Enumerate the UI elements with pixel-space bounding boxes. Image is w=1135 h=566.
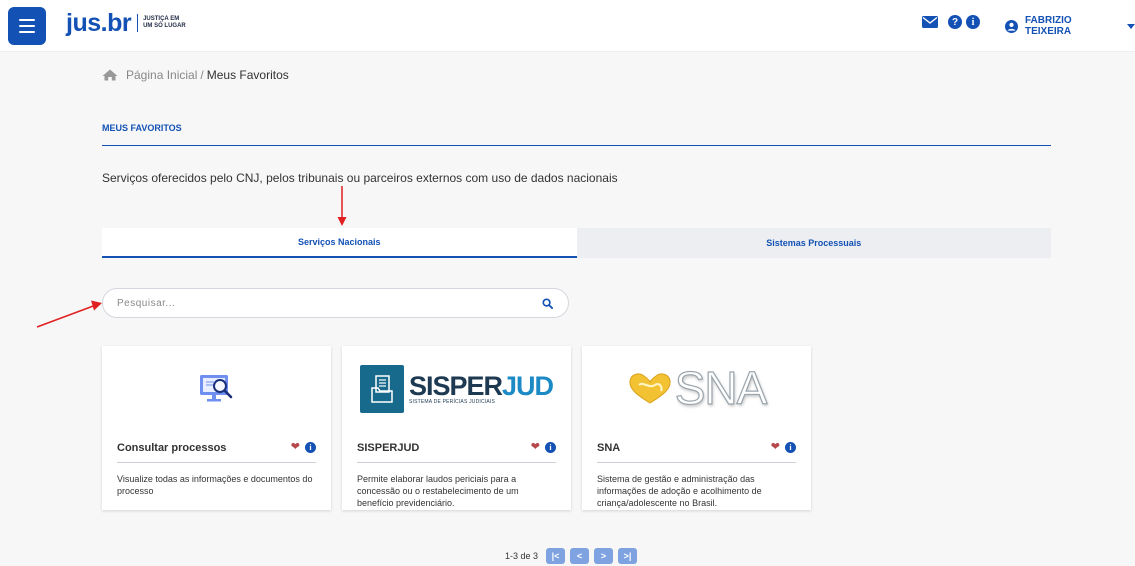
heart-logo-icon bbox=[627, 371, 673, 405]
menu-line bbox=[19, 31, 35, 33]
card-description: Permite elaborar laudos periciais para a… bbox=[357, 474, 519, 508]
service-card[interactable]: SNA SNA ❤ i Sistema de gestão e administ… bbox=[582, 346, 811, 510]
tab-servicos-nacionais[interactable]: Serviços Nacionais bbox=[102, 228, 577, 258]
document-icon bbox=[359, 365, 404, 413]
sisperjud-word-part-2: JUD bbox=[502, 371, 554, 401]
heart-icon[interactable]: ❤ bbox=[291, 442, 300, 453]
annotation-arrow-diagonal bbox=[36, 300, 102, 328]
sna-logo: SNA bbox=[627, 361, 768, 415]
card-image: SNA bbox=[582, 346, 811, 430]
card-description: Sistema de gestão e administração das in… bbox=[597, 474, 762, 508]
chevron-down-icon[interactable] bbox=[1127, 23, 1135, 29]
monitor-search-icon bbox=[196, 371, 238, 405]
breadcrumb-current: Meus Favoritos bbox=[206, 68, 289, 82]
logo-tagline-line-1: JUSTIÇA EM bbox=[143, 16, 180, 22]
card-actions: ❤ i bbox=[771, 442, 796, 453]
breadcrumb-home-link[interactable]: Página Inicial bbox=[126, 68, 197, 82]
card-actions: ❤ i bbox=[531, 442, 556, 453]
search-icon[interactable] bbox=[540, 296, 554, 310]
sna-wordmark: SNA bbox=[674, 361, 768, 414]
prev-page-button[interactable]: < bbox=[570, 548, 590, 564]
user-name: FABRIZIO TEIXEIRA bbox=[1025, 15, 1072, 37]
breadcrumb-separator: / bbox=[200, 68, 204, 82]
sisperjud-wordmark: SISPERJUD SISTEMA DE PERÍCIAS JUDICIAIS bbox=[408, 371, 554, 406]
service-card[interactable]: SISPERJUD SISTEMA DE PERÍCIAS JUDICIAIS … bbox=[342, 346, 571, 510]
pagination: 1-3 de 3 |< < > >| bbox=[505, 548, 638, 564]
annotation-arrow-down bbox=[337, 186, 347, 226]
tab-sistemas-processuais[interactable]: Sistemas Processuais bbox=[576, 228, 1051, 258]
card-description: Visualize todas as informações e documen… bbox=[117, 474, 313, 496]
heart-icon[interactable]: ❤ bbox=[531, 442, 540, 453]
menu-line bbox=[19, 19, 35, 21]
search-box bbox=[102, 288, 569, 318]
card-image bbox=[102, 346, 331, 430]
menu-line bbox=[19, 25, 35, 27]
header-actions: ? i bbox=[922, 15, 980, 29]
heart-icon[interactable]: ❤ bbox=[771, 442, 780, 453]
logo-tagline: JUSTIÇA EM UM SÓ LUGAR bbox=[143, 16, 186, 30]
info-icon[interactable]: i bbox=[545, 442, 556, 453]
search-input[interactable] bbox=[117, 297, 540, 309]
next-page-button[interactable]: > bbox=[594, 548, 614, 564]
info-icon[interactable]: i bbox=[785, 442, 796, 453]
card-title: SNA bbox=[597, 441, 621, 454]
pagination-summary: 1-3 de 3 bbox=[505, 551, 539, 561]
home-icon[interactable] bbox=[102, 69, 118, 81]
card-title: SISPERJUD bbox=[357, 441, 420, 454]
user-avatar-icon bbox=[1005, 19, 1018, 33]
service-card[interactable]: Consultar processos ❤ i Visualize todas … bbox=[102, 346, 331, 510]
last-page-button[interactable]: >| bbox=[618, 548, 638, 564]
card-header: SISPERJUD ❤ i bbox=[357, 439, 556, 463]
logo-divider bbox=[137, 14, 139, 32]
sisperjud-logo: SISPERJUD SISTEMA DE PERÍCIAS JUDICIAIS bbox=[359, 365, 554, 413]
logo-text: jus.br bbox=[66, 9, 132, 37]
info-icon[interactable]: i bbox=[966, 15, 980, 29]
tabs: Serviços Nacionais Sistemas Processuais bbox=[102, 228, 1051, 258]
sisperjud-subtitle: SISTEMA DE PERÍCIAS JUDICIAIS bbox=[408, 399, 496, 405]
jusbr-logo[interactable]: jus.br JUSTIÇA EM UM SÓ LUGAR bbox=[66, 10, 186, 36]
first-page-button[interactable]: |< bbox=[546, 548, 566, 564]
sisperjud-word: SISPERJUD bbox=[408, 371, 554, 401]
card-image: SISPERJUD SISTEMA DE PERÍCIAS JUDICIAIS bbox=[342, 346, 571, 430]
page-title: MEUS FAVORITOS bbox=[102, 123, 182, 133]
page-description: Serviços oferecidos pelo CNJ, pelos trib… bbox=[102, 171, 618, 185]
card-actions: ❤ i bbox=[291, 442, 316, 453]
user-menu[interactable]: FABRIZIO TEIXEIRA bbox=[1005, 15, 1135, 37]
help-icon[interactable]: ? bbox=[948, 15, 962, 29]
hamburger-menu-button[interactable] bbox=[8, 7, 46, 45]
top-bar: jus.br JUSTIÇA EM UM SÓ LUGAR ? i FABRIZ… bbox=[0, 0, 1135, 52]
card-header: Consultar processos ❤ i bbox=[117, 439, 316, 463]
sisperjud-word-part-1: SISPER bbox=[408, 371, 503, 401]
logo-tagline-line-2: UM SÓ LUGAR bbox=[143, 23, 186, 29]
info-icon[interactable]: i bbox=[305, 442, 316, 453]
card-title: Consultar processos bbox=[117, 441, 227, 454]
title-divider bbox=[102, 145, 1051, 146]
card-header: SNA ❤ i bbox=[597, 439, 796, 463]
breadcrumb: Página Inicial / Meus Favoritos bbox=[102, 68, 289, 82]
mail-icon[interactable] bbox=[922, 15, 938, 29]
